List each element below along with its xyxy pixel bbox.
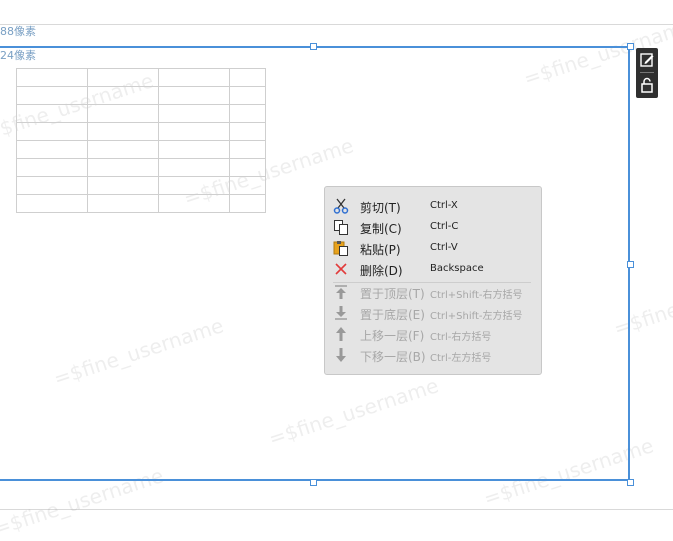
menu-item-move-up[interactable]: 上移一层(F) Ctrl-右方括号 [325,324,541,345]
menu-item-label: 置于底层(E) [360,308,425,322]
table-row [16,176,266,195]
menu-item-cut[interactable]: 剪切(T) Ctrl-X [325,196,541,217]
menu-item-label: 复制(C) [360,222,402,236]
table-row [16,194,266,213]
table-row [16,104,266,123]
menu-item-shortcut: Ctrl+Shift-右方括号 [430,290,523,301]
bottom-divider [0,509,673,510]
menu-item-move-down[interactable]: 下移一层(B) Ctrl-左方括号 [325,345,541,366]
menu-item-label: 删除(D) [360,264,403,278]
table-row [16,158,266,177]
menu-item-shortcut: Ctrl-右方括号 [430,332,492,343]
menu-item-bring-to-top[interactable]: 置于顶层(T) Ctrl+Shift-右方括号 [325,282,541,303]
delete-icon [333,261,349,277]
menu-item-shortcut: Ctrl-X [430,200,458,211]
table-row [16,86,266,105]
move-up-icon [333,326,349,342]
resize-handle-right[interactable] [627,261,634,268]
unlock-icon[interactable] [639,77,655,93]
resize-handle-top[interactable] [310,43,317,50]
menu-item-label: 剪切(T) [360,201,401,215]
report-table[interactable] [16,68,266,213]
menu-item-shortcut: Backspace [430,263,484,274]
menu-item-send-to-bottom[interactable]: 置于底层(E) Ctrl+Shift-左方括号 [325,303,541,324]
menu-item-shortcut: Ctrl+Shift-左方括号 [430,311,523,322]
resize-handle-bottom[interactable] [310,479,317,486]
edit-icon[interactable] [639,52,655,68]
menu-item-label: 上移一层(F) [360,329,425,343]
resize-handle-top-right[interactable] [627,43,634,50]
menu-item-paste[interactable]: 粘贴(P) Ctrl-V [325,238,541,259]
menu-item-copy[interactable]: 复制(C) Ctrl-C [325,217,541,238]
menu-item-label: 粘贴(P) [360,243,401,257]
widget-toolbar [636,48,658,98]
bring-to-top-icon [333,284,349,300]
menu-item-label: 下移一层(B) [360,350,426,364]
context-menu: 剪切(T) Ctrl-X 复制(C) Ctrl-C 粘贴(P) Ctrl-V 删… [324,186,542,375]
table-row [16,122,266,141]
paste-icon [333,240,349,256]
resize-handle-bottom-right[interactable] [627,479,634,486]
scissors-icon [333,198,349,214]
move-down-icon [333,347,349,363]
ruler-label-88: 88像素 [0,25,36,38]
menu-item-label: 置于顶层(T) [360,287,425,301]
copy-icon [333,219,349,235]
menu-item-delete[interactable]: 删除(D) Backspace [325,259,541,280]
menu-item-shortcut: Ctrl-C [430,221,459,232]
send-to-bottom-icon [333,305,349,321]
menu-item-shortcut: Ctrl-左方括号 [430,353,492,364]
top-divider [0,24,673,25]
table-row [16,68,266,87]
table-row [16,140,266,159]
menu-item-shortcut: Ctrl-V [430,242,458,253]
